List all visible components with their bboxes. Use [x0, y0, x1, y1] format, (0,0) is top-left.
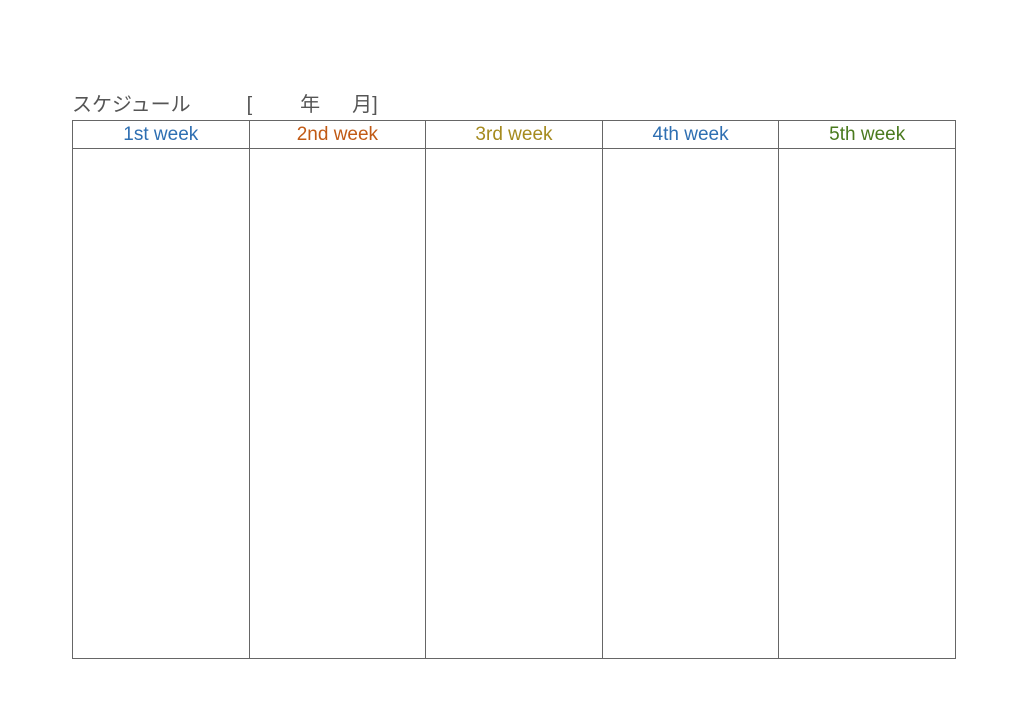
schedule-table: 1st week 2nd week 3rd week 4th week 5th … [72, 120, 956, 659]
week-cell-5[interactable] [779, 149, 956, 659]
week-header-4: 4th week [602, 121, 779, 149]
week-header-1: 1st week [73, 121, 250, 149]
week-header-3: 3rd week [426, 121, 603, 149]
year-label: 年 [300, 88, 320, 117]
week-header-row: 1st week 2nd week 3rd week 4th week 5th … [73, 121, 956, 149]
week-cell-3[interactable] [426, 149, 603, 659]
week-cell-1[interactable] [73, 149, 250, 659]
month-label: 月] [352, 88, 378, 117]
week-cell-4[interactable] [602, 149, 779, 659]
week-header-5: 5th week [779, 121, 956, 149]
date-placeholder: [ 年 月] [247, 88, 378, 117]
week-header-2: 2nd week [249, 121, 426, 149]
week-cell-2[interactable] [249, 149, 426, 659]
schedule-header: スケジュール [ 年 月] [72, 88, 378, 117]
schedule-table-wrap: 1st week 2nd week 3rd week 4th week 5th … [72, 120, 956, 659]
page-title: スケジュール [72, 88, 191, 117]
bracket-open: [ [247, 94, 253, 117]
week-body-row [73, 149, 956, 659]
